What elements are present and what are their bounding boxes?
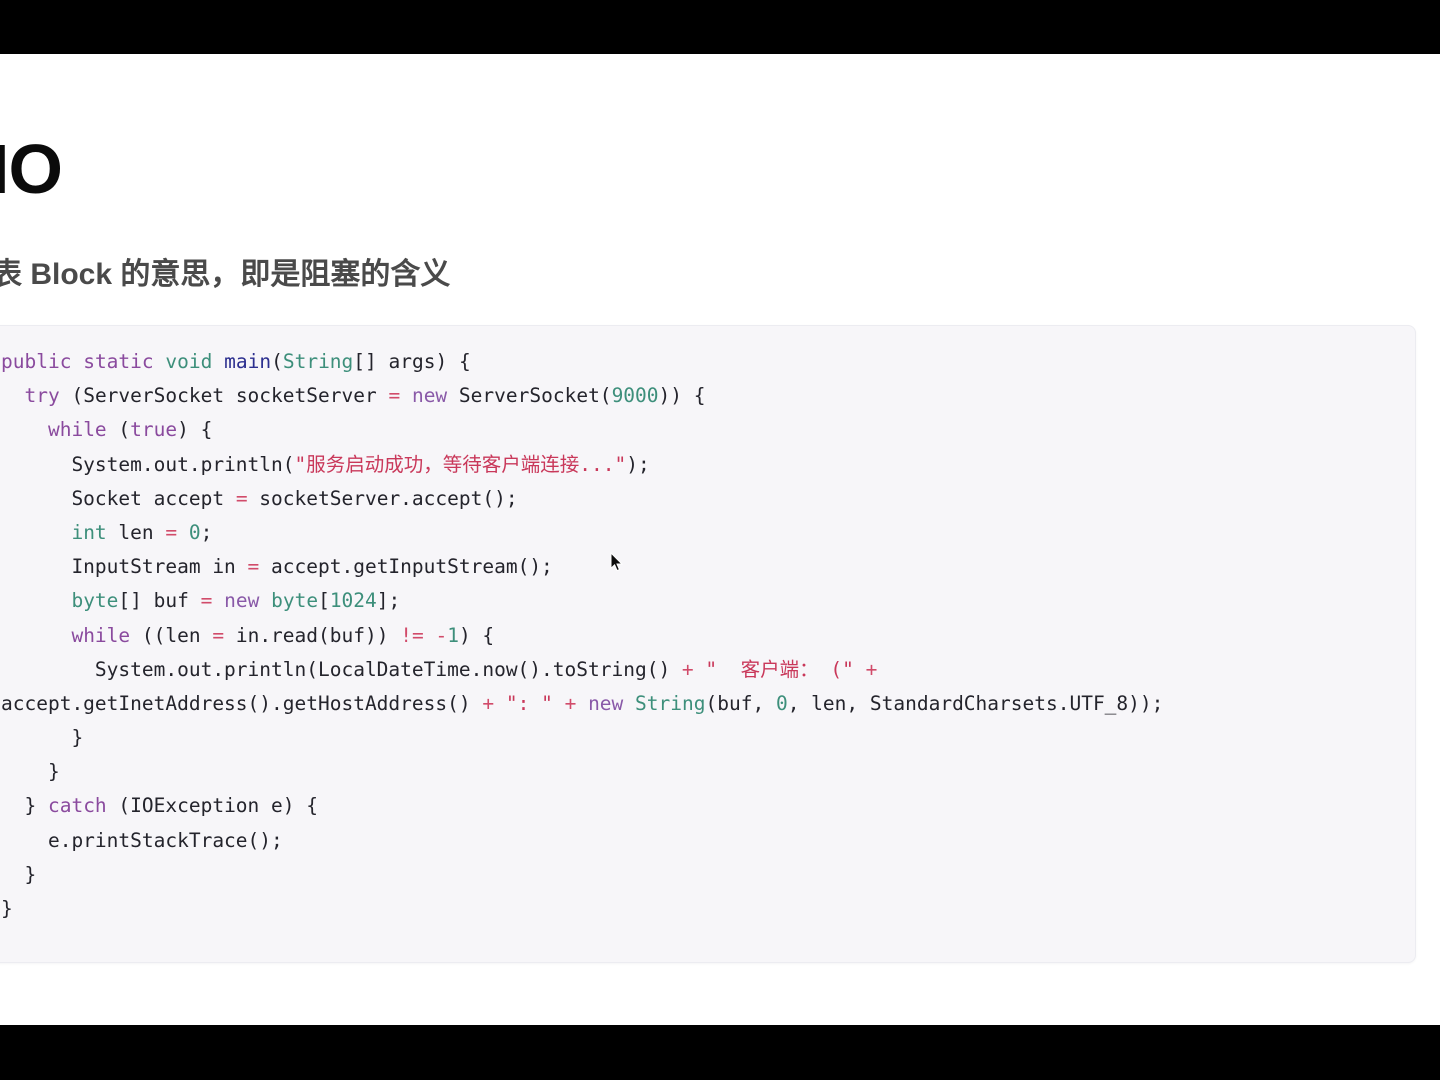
code-line: byte[] buf = new byte[1024]; [71,589,401,613]
code-line: public static void main(String[] args) { [1,350,471,373]
code-listing: public static void main(String[] args) {… [0,345,1415,926]
code-line: Socket accept = socketServer.accept(); [1,486,518,510]
code-line: } catch (IOException e) { [1,794,318,818]
code-line: InputStream in = accept.getInputStream()… [1,555,553,579]
code-line: accept.getInetAddress().getHostAddress()… [1,691,1164,715]
code-line: while ((len = in.read(buf)) != -1) { [71,623,495,647]
code-line: try (ServerSocket socketServer = new Ser… [24,384,706,408]
code-block-body: public static void main(String[] args) {… [0,345,1415,926]
page-title: IO [0,130,63,208]
slide-subtitle: 表 Block 的意思，即是阻塞的含义 [0,258,451,291]
code-line: while (true) { [47,418,213,442]
code-line: int len = 0; [71,520,213,544]
code-line: e.printStackTrace(); [1,828,283,852]
code-line: System.out.println("服务启动成功，等待客户端连接..."); [1,452,650,476]
code-line: } [1,760,60,784]
letterbox-bar-top [0,0,1440,54]
code-line: } [1,897,13,920]
letterbox-bar-bottom [0,1025,1440,1080]
code-block-card: public static void main(String[] args) {… [0,325,1416,963]
code-line: System.out.println(LocalDateTime.now().t… [1,657,878,681]
code-line: } [1,726,84,750]
slide-canvas: IO 表 Block 的意思，即是阻塞的含义 public static voi… [0,54,1440,1025]
code-line: } [1,862,37,886]
